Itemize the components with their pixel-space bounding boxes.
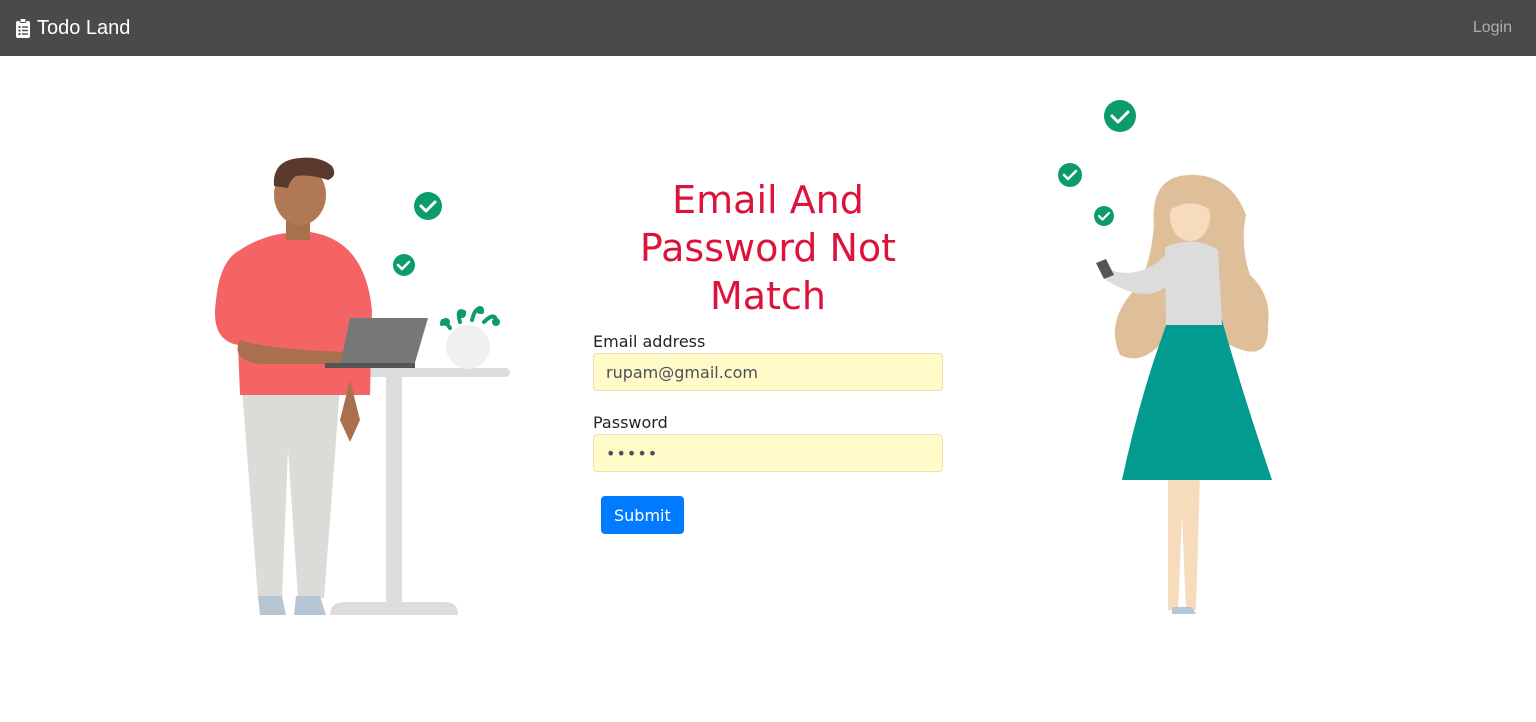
login-form: Email And Password Not Match Email addre… — [593, 176, 943, 534]
submit-button[interactable]: Submit — [601, 496, 684, 534]
brand-link[interactable]: Todo Land — [15, 0, 130, 56]
clipboard-list-icon — [16, 18, 30, 38]
email-label: Email address — [593, 332, 706, 351]
password-label: Password — [593, 413, 668, 432]
man-at-standing-desk-illustration — [214, 157, 510, 615]
email-input[interactable] — [593, 353, 943, 391]
error-message: Email And Password Not Match — [639, 178, 897, 318]
check-circle-icon — [1094, 206, 1114, 226]
login-link[interactable]: Login — [1473, 0, 1512, 56]
brand-text: Todo Land — [37, 16, 131, 39]
top-navbar: Todo Land Login — [0, 0, 1536, 56]
check-circle-icon — [393, 254, 415, 276]
check-circle-icon — [414, 192, 442, 220]
check-circle-icon — [1058, 163, 1082, 187]
email-group: Email address — [593, 332, 943, 391]
check-circle-icon — [1104, 100, 1136, 132]
woman-with-phone-illustration — [1058, 100, 1272, 614]
password-input[interactable] — [593, 434, 943, 472]
password-group: Password — [593, 413, 943, 472]
